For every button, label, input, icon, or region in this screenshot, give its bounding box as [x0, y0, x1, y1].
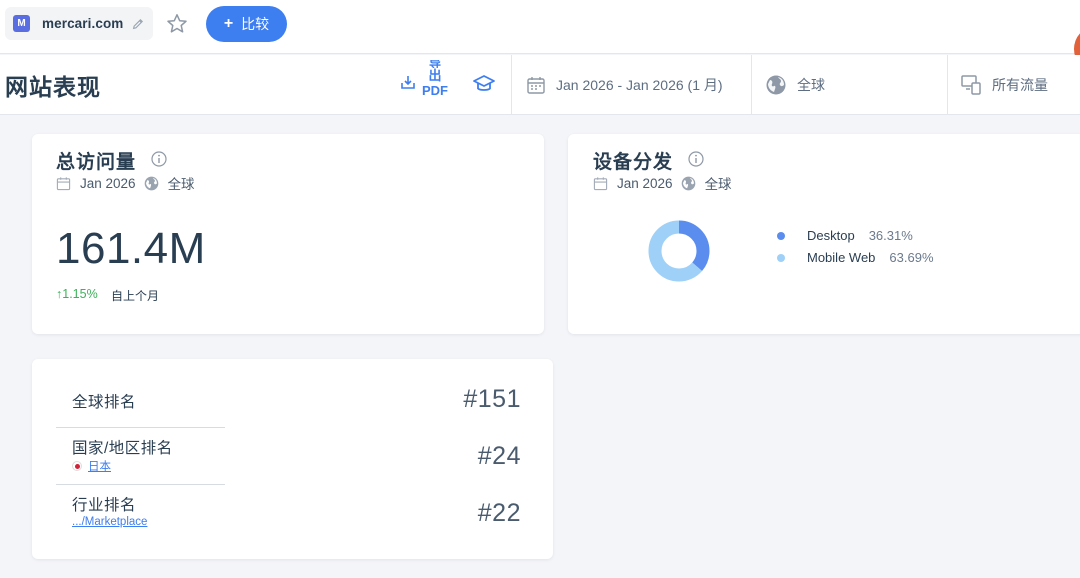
region-selector[interactable]: 全球	[751, 55, 947, 114]
site-name: mercari.com	[42, 16, 124, 31]
calendar-icon	[527, 76, 545, 94]
total-visits-value: 161.4M	[56, 224, 206, 273]
date-range-text: Jan 2026 - Jan 2026 (1 月)	[556, 76, 723, 93]
industry-name: .../Marketplace	[72, 516, 148, 528]
meta-date: Jan 2026	[617, 175, 673, 191]
date-range-picker[interactable]: Jan 2026 - Jan 2026 (1 月)	[511, 55, 751, 114]
legend-label: Mobile Web	[807, 250, 876, 265]
site-favicon-icon: M	[13, 15, 30, 32]
country-rank-value: #24	[477, 442, 521, 470]
legend-mobile: Mobile Web 63.69%	[777, 250, 934, 265]
export-label-line3: PDF	[422, 83, 448, 98]
traffic-selector[interactable]: 所有流量	[947, 55, 1080, 114]
legend-desktop: Desktop 36.31%	[777, 228, 913, 243]
country-name: 日本	[88, 461, 111, 473]
graduation-cap-icon[interactable]	[472, 73, 496, 95]
device-distribution-card: 设备分发 Jan 2026 全球 Desktop 36.31% Mobile W…	[568, 134, 1080, 334]
visits-change: ↑1.15%	[56, 287, 98, 301]
industry-rank-label: 行业排名	[72, 497, 137, 514]
country-rank-label: 国家/地区排名	[72, 440, 173, 457]
global-rank-value: #151	[463, 385, 521, 413]
globe-icon	[766, 75, 786, 94]
industry-link[interactable]: .../Marketplace	[72, 516, 147, 528]
compare-label: 比较	[241, 16, 270, 32]
page-header: 网站表现 导 出 PDF Jan 2026 - Jan 2026 (1 月) 全…	[0, 55, 1080, 115]
plus-icon: +	[223, 15, 234, 32]
country-link[interactable]: 日本	[72, 458, 111, 474]
card-title: 设备分发	[593, 152, 674, 173]
page-title: 网站表现	[5, 74, 101, 100]
edit-pencil-icon[interactable]	[131, 17, 145, 31]
export-pdf-button[interactable]: 导 出 PDF	[420, 60, 450, 98]
divider	[56, 427, 225, 428]
download-icon[interactable]	[400, 74, 416, 90]
region-text: 全球	[797, 76, 825, 93]
visits-change-label: 自上个月	[111, 289, 160, 303]
japan-flag-icon	[72, 461, 82, 471]
legend-pct: 36.31%	[868, 228, 913, 243]
legend-pct: 63.69%	[889, 250, 934, 265]
favorite-star-icon[interactable]	[165, 12, 189, 36]
export-label-line2: 出	[428, 68, 442, 83]
total-visits-card: 总访问量 Jan 2026 全球 161.4M ↑1.15% 自上个月	[32, 134, 544, 334]
info-icon[interactable]	[151, 151, 167, 167]
card-meta: Jan 2026 全球	[593, 173, 732, 193]
divider	[56, 484, 225, 485]
device-donut-chart	[648, 220, 710, 282]
site-chip[interactable]: M mercari.com	[5, 7, 154, 40]
globe-icon	[681, 176, 695, 190]
calendar-icon	[56, 176, 71, 190]
card-meta: Jan 2026 全球	[56, 173, 195, 193]
legend-dot	[777, 231, 785, 240]
info-icon[interactable]	[688, 151, 704, 167]
meta-region: 全球	[704, 177, 732, 192]
globe-icon	[144, 176, 158, 190]
traffic-text: 所有流量	[992, 76, 1048, 93]
meta-region: 全球	[167, 177, 195, 192]
industry-rank-value: #22	[477, 499, 521, 527]
legend-dot	[777, 253, 785, 262]
global-rank-label: 全球排名	[72, 394, 137, 411]
compare-button[interactable]: + 比较	[206, 6, 287, 42]
ranking-card: 全球排名 #151 国家/地区排名 日本 #24 行业排名 .../Market…	[32, 359, 553, 559]
top-bar: M mercari.com + 比较	[0, 0, 1080, 71]
devices-icon	[961, 74, 981, 95]
card-title: 总访问量	[56, 152, 137, 173]
meta-date: Jan 2026	[80, 175, 136, 191]
export-label-line1: 导	[428, 60, 441, 68]
calendar-icon	[593, 176, 608, 190]
legend-label: Desktop	[807, 228, 855, 243]
